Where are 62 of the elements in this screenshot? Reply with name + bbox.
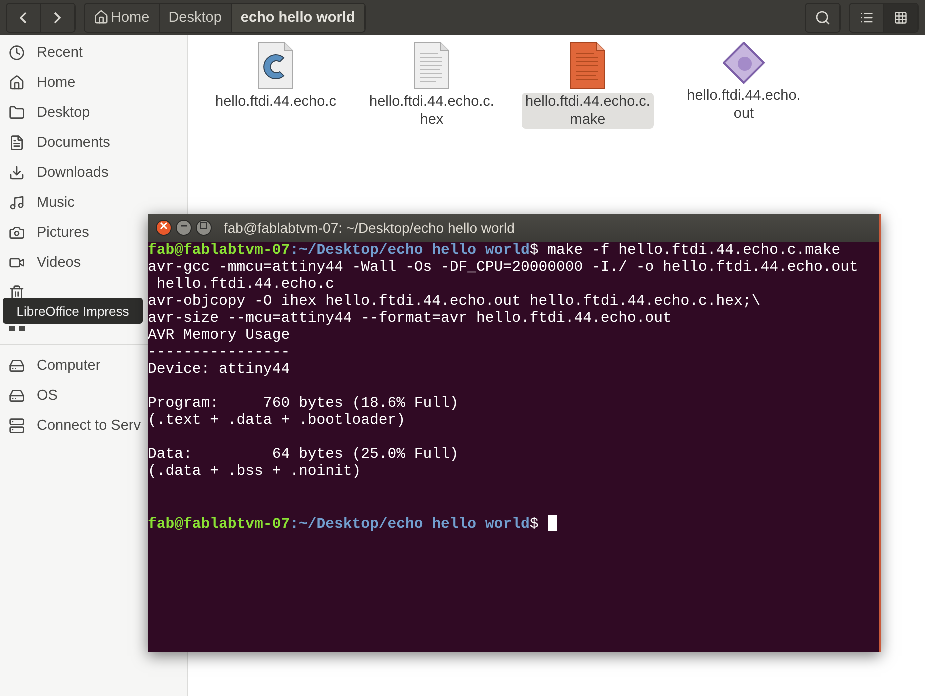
maximize-icon — [200, 222, 208, 230]
documents-icon — [9, 135, 25, 151]
output-line: Device: attiny44 — [148, 362, 292, 379]
output-line: ---------------- — [148, 345, 292, 362]
output-line: avr-objcopy -O ihex hello.ftdi.44.echo.out hello.ftdi.44.echo.c.hex;\ — [148, 294, 762, 311]
desktop-icon — [9, 105, 25, 121]
sidebar-item[interactable]: Home — [37, 75, 76, 91]
output-line: hello.ftdi.44.echo.c — [156, 277, 336, 294]
output-line: Data: 64 bytes (25.0% Full) — [148, 447, 460, 464]
breadcrumb[interactable]: Home — [85, 4, 160, 32]
minimize-button[interactable] — [176, 220, 192, 236]
breadcrumb[interactable]: echo hello world — [232, 4, 366, 32]
sidebar-item[interactable]: Documents — [37, 135, 110, 151]
text-file-icon — [414, 42, 450, 90]
file-name[interactable]: hello.ftdi.44.echo. out — [683, 87, 805, 123]
prompt-line: fab@fablabtvm-07:~/Desktop/echo hello world$ — [148, 515, 879, 532]
sidebar-item[interactable]: Desktop — [37, 105, 90, 121]
back-button[interactable] — [7, 4, 41, 32]
maximize-button[interactable] — [196, 220, 212, 236]
diamond-icon — [723, 42, 765, 84]
home-icon — [9, 75, 25, 91]
sidebar-item[interactable]: Computer — [37, 358, 101, 374]
drive-icon — [9, 388, 25, 404]
file-name[interactable]: hello.ftdi.44.echo.c — [212, 93, 340, 111]
sidebar-item[interactable]: Connect to Serv — [37, 418, 141, 434]
sidebar-item[interactable]: Pictures — [37, 225, 90, 241]
close-button[interactable] — [156, 220, 172, 236]
sidebar-item[interactable]: Music — [37, 195, 75, 211]
recent-icon — [9, 45, 25, 61]
file-name[interactable]: hello.ftdi.44.echo.c. make — [522, 93, 654, 129]
music-icon — [9, 195, 25, 211]
chevron-left-icon — [20, 12, 27, 24]
output-line: AVR Memory Usage — [148, 328, 292, 345]
sidebar-item[interactable]: OS — [37, 388, 58, 404]
home-icon — [94, 10, 109, 25]
grid-view-button[interactable] — [884, 4, 918, 32]
prompt-line: fab@fablabtvm-07:~/Desktop/echo hello world$ make -f hello.ftdi.44.echo.c.make — [148, 243, 842, 260]
file-name[interactable]: hello.ftdi.44.echo.c. hex — [366, 93, 498, 129]
drive-icon — [9, 358, 25, 374]
trash-icon — [9, 285, 25, 301]
output-line: Program: 760 bytes (18.6% Full) — [148, 396, 460, 413]
sidebar-item[interactable]: Videos — [37, 255, 82, 271]
grid-icon — [894, 10, 908, 24]
sidebar-item[interactable]: Recent — [37, 45, 83, 61]
sidebar-item[interactable]: Downloads — [37, 165, 109, 181]
output-line: (.data + .bss + .noinit) — [148, 464, 362, 481]
pictures-icon — [9, 225, 25, 241]
output-line: avr-gcc -mmcu=attiny44 -Wall -Os -DF_CPU=20000000 -I./ -o hello.ftdi.44.echo.out — [148, 260, 860, 277]
tooltip: LibreOffice Impress — [3, 298, 143, 324]
output-line: avr-size --mcu=attiny44 --format=avr hello.ftdi.44.echo.out — [148, 311, 673, 328]
search-icon — [814, 10, 830, 26]
window-title: fab@fablabtvm-07: ~/Desktop/echo hello world — [224, 220, 515, 236]
list-icon — [860, 10, 874, 24]
output-line: (.text + .data + .bootloader) — [148, 413, 407, 430]
list-view-button[interactable] — [850, 4, 884, 32]
c-file-icon — [258, 42, 294, 90]
search-button[interactable] — [806, 4, 840, 32]
server-icon — [9, 418, 25, 434]
chevron-right-icon — [54, 12, 61, 24]
document-icon — [570, 42, 606, 90]
close-icon — [160, 222, 168, 230]
downloads-icon — [9, 165, 25, 181]
